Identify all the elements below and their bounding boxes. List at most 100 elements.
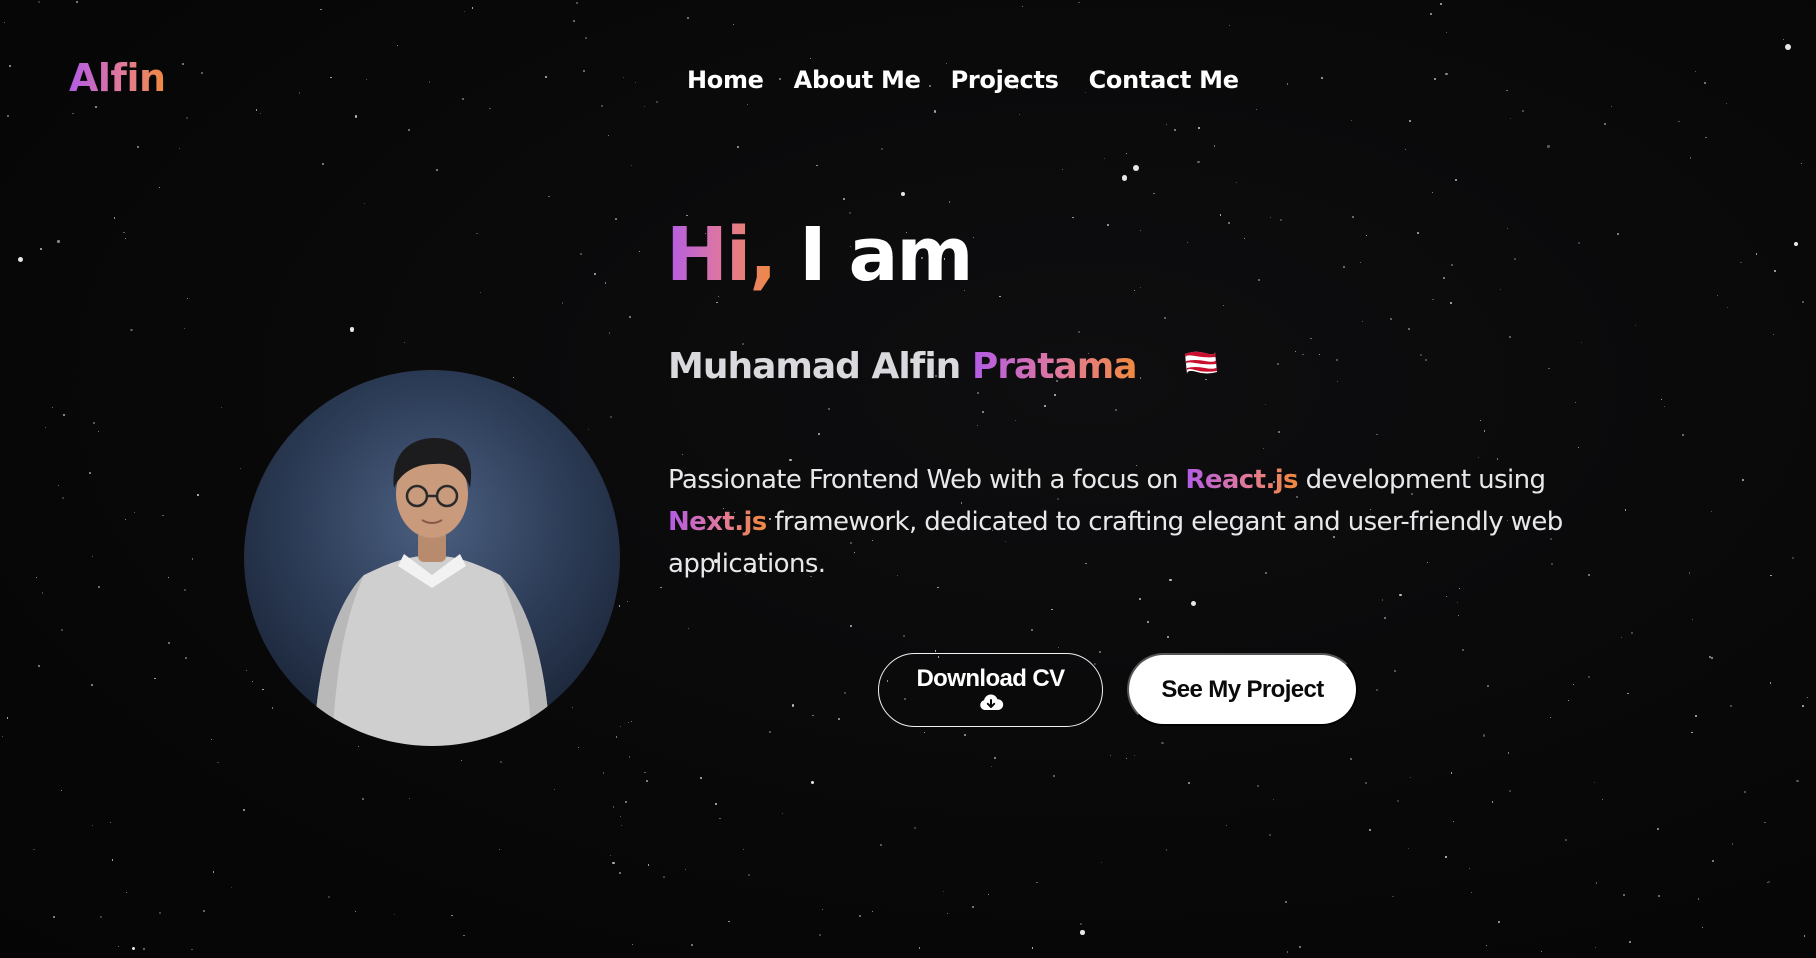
star [1769, 574, 1772, 577]
star [880, 147, 883, 150]
star [1450, 772, 1453, 774]
star [782, 812, 784, 814]
star [1161, 741, 1164, 744]
star [737, 146, 740, 148]
star [681, 454, 683, 456]
nav-item-contact-me[interactable]: Contact Me [1089, 66, 1239, 94]
star [1057, 647, 1059, 649]
star [3, 21, 6, 23]
star [843, 198, 845, 201]
logo[interactable]: Alfin [69, 56, 166, 100]
star [1107, 224, 1110, 227]
star [330, 76, 332, 79]
star [1153, 192, 1155, 194]
star [60, 628, 63, 631]
star [1540, 950, 1543, 953]
star [943, 891, 945, 893]
star [98, 430, 99, 432]
star [1522, 110, 1524, 112]
star [366, 78, 367, 80]
nav-item-about-me[interactable]: About Me [794, 66, 921, 94]
desc-highlight-next: Next.js [668, 507, 767, 537]
star [577, 746, 580, 748]
star [600, 104, 603, 107]
star [728, 921, 730, 923]
star [41, 592, 43, 594]
star [1578, 242, 1581, 245]
star [1656, 828, 1659, 831]
star [1663, 406, 1665, 408]
star [462, 98, 465, 100]
star [1548, 367, 1550, 370]
star [1768, 881, 1771, 884]
star [1482, 734, 1485, 737]
star [945, 63, 947, 65]
star [320, 8, 323, 11]
star [1697, 898, 1700, 900]
star [990, 766, 992, 768]
star [716, 302, 718, 304]
star [479, 292, 481, 294]
star [644, 772, 646, 774]
star [684, 868, 686, 870]
hero-description: Passionate Frontend Web with a focus on … [668, 459, 1568, 585]
star [1103, 157, 1106, 159]
star [998, 295, 1001, 298]
star [747, 103, 748, 105]
star [1223, 305, 1225, 307]
star [1508, 752, 1510, 754]
download-cv-button[interactable]: Download CV [878, 653, 1103, 727]
star [328, 896, 331, 898]
star [90, 684, 93, 687]
star [1682, 434, 1684, 436]
star [1691, 618, 1693, 620]
star [585, 37, 588, 39]
nav-item-home[interactable]: Home [687, 66, 764, 94]
star [131, 947, 136, 951]
star [1198, 127, 1201, 129]
star [1449, 301, 1452, 304]
star [981, 411, 984, 414]
star [1417, 231, 1420, 234]
star [1302, 353, 1304, 356]
star [158, 186, 161, 188]
star [1726, 306, 1728, 308]
star [1399, 594, 1402, 597]
star [1623, 894, 1625, 896]
star [404, 341, 406, 344]
star [1072, 217, 1074, 219]
star [1094, 662, 1097, 665]
star [179, 148, 181, 150]
star [97, 585, 100, 588]
star [687, 628, 689, 630]
star [937, 587, 939, 589]
star [460, 760, 462, 762]
star [1588, 574, 1590, 576]
star [1602, 798, 1604, 801]
star [1190, 600, 1197, 607]
nav-item-projects[interactable]: Projects [951, 66, 1059, 94]
star [1256, 784, 1259, 787]
hero-greeting: Hi, I am [666, 212, 974, 298]
star [1044, 405, 1047, 407]
star [609, 854, 611, 856]
star [1717, 294, 1719, 296]
star [95, 106, 97, 108]
star [923, 732, 926, 734]
star [355, 115, 358, 118]
star [687, 17, 689, 19]
star [113, 217, 115, 219]
star [1791, 557, 1794, 560]
see-my-project-button[interactable]: See My Project [1127, 653, 1358, 726]
star [1634, 325, 1636, 326]
star [879, 843, 882, 846]
star [1174, 128, 1176, 131]
star [849, 624, 852, 627]
star [500, 761, 502, 763]
star [1052, 774, 1055, 777]
star [1164, 316, 1167, 319]
star [583, 70, 585, 72]
star [1491, 801, 1494, 804]
star [655, 101, 658, 104]
star [934, 110, 937, 113]
